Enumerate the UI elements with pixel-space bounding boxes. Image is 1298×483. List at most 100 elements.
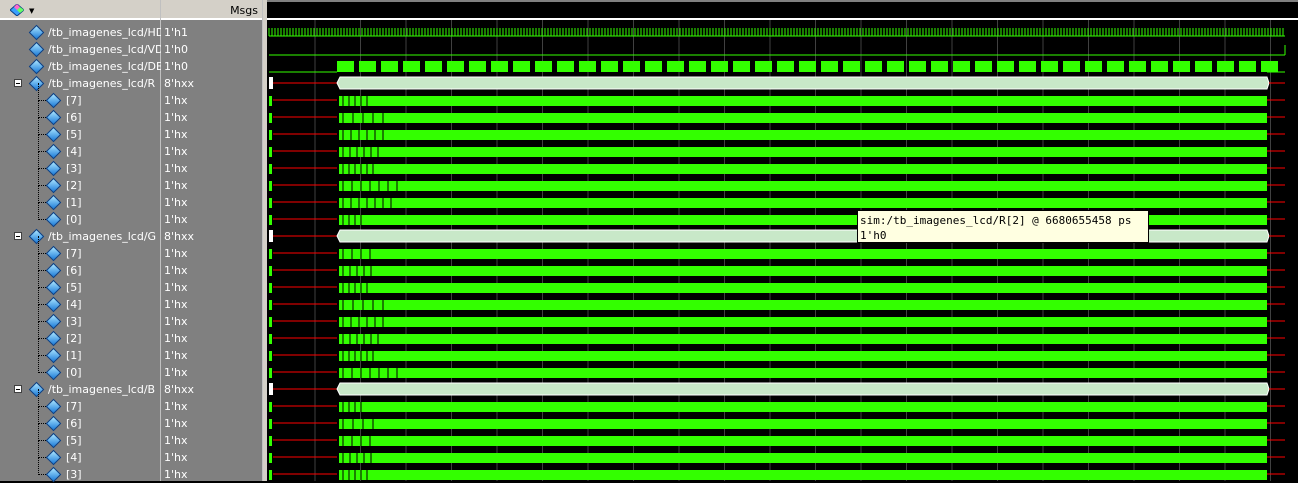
signal-value: 1'hx xyxy=(164,349,188,362)
bit-high xyxy=(339,368,1267,378)
signal-row[interactable]: /tb_imagenes_lcd/G xyxy=(0,228,160,245)
signal-name: /tb_imagenes_lcd/R xyxy=(48,77,156,90)
signal-value: 1'hx xyxy=(164,417,188,430)
signal-bit-row[interactable]: [4] xyxy=(0,287,160,313)
signal-row[interactable]: /tb_imagenes_lcd/B xyxy=(0,381,160,398)
signal-bit-row[interactable]: [1] xyxy=(0,338,160,364)
diamond-selector-icon[interactable] xyxy=(10,4,24,16)
signal-bit-row[interactable]: [1] xyxy=(0,185,160,211)
signal-bit-row[interactable]: [3] xyxy=(0,304,160,330)
bit-start xyxy=(269,283,272,293)
signal-value: 1'h0 xyxy=(164,60,188,73)
signal-row[interactable]: /tb_imagenes_lcd/DEN xyxy=(0,58,171,75)
den-pulse xyxy=(1151,61,1168,72)
signal-bit-row[interactable]: [2] xyxy=(0,168,160,194)
tree-connector xyxy=(38,457,39,475)
waveform-pane[interactable]: sim:/tb_imagenes_lcd/R[2] @ 6680655458 p… xyxy=(267,0,1298,481)
signal-bit-row[interactable]: [7] xyxy=(0,83,160,109)
signal-value: 1'hx xyxy=(164,111,188,124)
bit-start xyxy=(269,368,272,378)
signal-bit-row[interactable]: [5] xyxy=(0,117,160,143)
bit-high xyxy=(339,283,1267,293)
collapse-icon[interactable] xyxy=(14,385,22,393)
signal-diamond-icon xyxy=(45,398,62,415)
den-pulse xyxy=(579,61,596,72)
den-pulse xyxy=(359,61,376,72)
den-pulse xyxy=(623,61,640,72)
signal-name: [5] xyxy=(66,434,82,447)
signal-row[interactable]: /tb_imagenes_lcd/VD xyxy=(0,41,164,58)
bit-high xyxy=(339,470,1267,480)
signal-diamond-icon xyxy=(45,194,62,211)
signal-bit-row[interactable]: [4] xyxy=(0,440,160,466)
signal-name: [5] xyxy=(66,128,82,141)
bit-start xyxy=(269,249,272,259)
tooltip-value: 1'h0 xyxy=(860,229,887,242)
wave-header xyxy=(267,0,1298,18)
den-pulse xyxy=(975,61,992,72)
signal-name: [6] xyxy=(66,417,82,430)
signal-bit-row[interactable]: [2] xyxy=(0,321,160,347)
signal-diamond-icon xyxy=(45,109,62,126)
den-pulse xyxy=(1107,61,1124,72)
tree-connector xyxy=(38,338,39,356)
signal-value: 1'hx xyxy=(164,213,188,226)
tree-connector xyxy=(38,83,39,101)
den-pulse xyxy=(447,61,464,72)
signal-row[interactable]: /tb_imagenes_lcd/R xyxy=(0,75,160,92)
signal-bit-row[interactable]: [3] xyxy=(0,151,160,177)
bit-start xyxy=(269,470,272,480)
bit-high xyxy=(339,351,1267,361)
signal-value: 1'hx xyxy=(164,468,188,481)
signal-value: 1'h1 xyxy=(164,26,188,39)
bus-value xyxy=(336,382,1270,396)
dropdown-caret-icon[interactable]: ▼ xyxy=(29,7,34,15)
signal-bit-row[interactable]: [7] xyxy=(0,389,160,415)
bit-start xyxy=(269,300,272,310)
signal-bit-row[interactable]: [5] xyxy=(0,423,160,449)
tree-connector xyxy=(38,440,39,458)
signal-bit-row[interactable]: [6] xyxy=(0,406,160,432)
collapse-icon[interactable] xyxy=(14,79,22,87)
signal-bit-row[interactable]: [6] xyxy=(0,253,160,279)
signal-value: 1'hx xyxy=(164,281,188,294)
den-pulse xyxy=(1063,61,1080,72)
signal-value: 1'hx xyxy=(164,264,188,277)
signal-bit-row[interactable]: [0] xyxy=(0,355,160,381)
signal-bit-row[interactable]: [0] xyxy=(0,202,160,228)
tree-connector xyxy=(38,287,39,305)
tree-connector xyxy=(38,185,39,203)
den-pulse xyxy=(557,61,574,72)
signal-diamond-icon xyxy=(45,211,62,228)
bit-high xyxy=(339,249,1267,259)
bit-high xyxy=(339,130,1267,140)
signal-bit-row[interactable]: [3] xyxy=(0,457,160,483)
bit-high xyxy=(339,436,1267,446)
signal-tooltip: sim:/tb_imagenes_lcd/R[2] @ 6680655458 p… xyxy=(857,210,1149,243)
signal-bit-row[interactable]: [5] xyxy=(0,270,160,296)
tree-connector xyxy=(38,134,39,152)
signal-value: 1'hx xyxy=(164,179,188,192)
signal-name: [6] xyxy=(66,111,82,124)
signal-bit-row[interactable]: [7] xyxy=(0,236,160,262)
den-pulse xyxy=(535,61,552,72)
den-pulse xyxy=(1019,61,1036,72)
signal-name: [6] xyxy=(66,264,82,277)
names-header: ▼ xyxy=(0,0,160,20)
signal-diamond-icon xyxy=(45,262,62,279)
signal-bit-row[interactable]: [6] xyxy=(0,100,160,126)
signal-name: [7] xyxy=(66,247,82,260)
signal-name: [0] xyxy=(66,366,82,379)
signal-name: [1] xyxy=(66,196,82,209)
signal-name: [2] xyxy=(66,332,82,345)
bit-high xyxy=(339,300,1267,310)
signal-diamond-icon xyxy=(28,58,45,75)
signal-bit-row[interactable]: [4] xyxy=(0,134,160,160)
den-pulse xyxy=(1239,61,1256,72)
signal-name: [7] xyxy=(66,400,82,413)
signal-value: 1'hx xyxy=(164,434,188,447)
signal-row[interactable]: /tb_imagenes_lcd/HD xyxy=(0,24,164,41)
bit-start xyxy=(269,436,272,446)
signal-diamond-icon xyxy=(45,296,62,313)
collapse-icon[interactable] xyxy=(14,232,22,240)
